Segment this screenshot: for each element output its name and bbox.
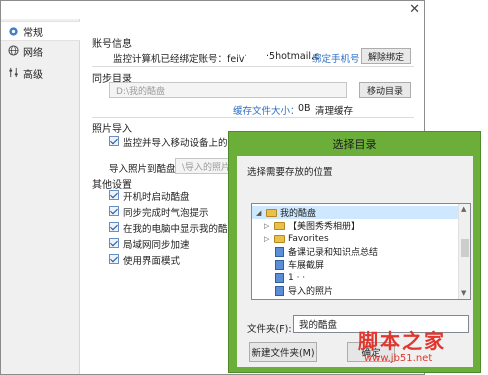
option-checkbox[interactable] bbox=[109, 254, 119, 264]
tree-item-label: 导入的照片 bbox=[288, 287, 334, 297]
tree-item[interactable]: 1 · · bbox=[252, 271, 460, 284]
sidebar-item-label: 常规 bbox=[23, 27, 43, 39]
scroll-down-icon[interactable]: ▼ bbox=[461, 289, 466, 297]
document-icon bbox=[275, 285, 284, 296]
settings-sidebar: 常规 网络 高级 bbox=[1, 19, 80, 374]
bound-account-text: 监控计算机已经绑定账号：feiv bbox=[113, 54, 245, 65]
watermark: 脚本之家 www.jb51.net bbox=[358, 325, 482, 373]
document-icon bbox=[275, 246, 284, 257]
tree-item[interactable]: ◢ 我的酷盘 bbox=[252, 206, 460, 219]
option-checkbox[interactable] bbox=[109, 206, 119, 216]
tree-scrollbar[interactable]: ▲ ▼ bbox=[458, 204, 470, 299]
sliders-icon bbox=[9, 67, 18, 78]
cache-size-value: 0B bbox=[298, 103, 311, 114]
sync-path-field[interactable]: D:\我的酷盘 bbox=[109, 82, 347, 98]
tree-item[interactable]: 导入的照片 bbox=[252, 284, 460, 297]
tree-item[interactable]: 车展截屏 bbox=[252, 258, 460, 271]
option-label: 在我的电脑中显示我的酷盘 bbox=[123, 224, 238, 235]
option-checkbox[interactable] bbox=[109, 190, 119, 200]
option-label: 使用界面模式 bbox=[123, 256, 181, 267]
expand-arrow-icon[interactable]: ◢ bbox=[256, 209, 261, 217]
scroll-thumb[interactable] bbox=[461, 239, 469, 257]
document-icon bbox=[275, 272, 284, 283]
sidebar-item-label: 网络 bbox=[23, 47, 43, 59]
option-checkbox[interactable] bbox=[109, 222, 119, 232]
folder-icon bbox=[274, 221, 285, 230]
dialog-prompt: 选择需要存放的位置 bbox=[247, 167, 333, 178]
tree-item-label: 我的酷盘 bbox=[280, 209, 317, 219]
unbind-button[interactable]: 解除绑定 bbox=[361, 48, 411, 64]
sidebar-item-label: 高级 bbox=[23, 69, 43, 81]
photo-section-title: 照片导入 bbox=[92, 124, 132, 135]
tree-item[interactable]: ▷ 【美图秀秀相册】 bbox=[252, 219, 460, 232]
move-directory-button[interactable]: 移动目录 bbox=[359, 82, 411, 98]
document-icon bbox=[275, 259, 284, 270]
divider bbox=[92, 117, 414, 118]
tree-item-label: Favorites bbox=[288, 233, 329, 244]
sidebar-item-advanced[interactable]: 高级 bbox=[1, 63, 80, 83]
bind-phone-link[interactable]: 绑定手机号 bbox=[312, 51, 360, 65]
watermark-title: 脚本之家 bbox=[358, 329, 446, 353]
globe-icon bbox=[8, 45, 19, 56]
cache-size-label: 缓存文件大小： bbox=[233, 106, 300, 117]
gear-icon bbox=[9, 27, 18, 36]
import-to-field[interactable]: \导入的照片 bbox=[175, 158, 235, 174]
option-label: 同步完成时气泡提示 bbox=[123, 208, 209, 219]
collapse-arrow-icon[interactable]: ▷ bbox=[264, 235, 269, 243]
import-to-label: 导入照片到酷盘： bbox=[109, 164, 186, 175]
auto-import-checkbox[interactable] bbox=[109, 136, 119, 146]
tree-item-label: 备课记录和知识点总结 bbox=[288, 248, 379, 258]
account-section-title: 账号信息 bbox=[92, 39, 132, 50]
masked-account: · · bbox=[238, 51, 248, 62]
tree-item-label: 1 · · bbox=[288, 272, 306, 283]
watermark-url: www.jb51.net bbox=[364, 353, 433, 364]
dialog-title: 选择目录 bbox=[332, 138, 377, 151]
folder-icon bbox=[274, 234, 285, 243]
sidebar-item-network[interactable]: 网络 bbox=[1, 41, 80, 61]
new-folder-button[interactable]: 新建文件夹(M) bbox=[249, 342, 317, 362]
clear-cache-link[interactable]: 清理缓存 bbox=[315, 103, 353, 117]
tree-item[interactable]: ▷ Favorites bbox=[252, 232, 460, 245]
tree-item-label: 【美图秀秀相册】 bbox=[288, 222, 361, 232]
folder-label: 文件夹(F): bbox=[247, 324, 292, 335]
settings-titlebar: ✕ bbox=[1, 1, 424, 19]
option-checkbox[interactable] bbox=[109, 238, 119, 248]
option-label: 开机时启动酷盘 bbox=[123, 192, 190, 203]
tree-item[interactable]: 备课记录和知识点总结 bbox=[252, 245, 460, 258]
collapse-arrow-icon[interactable]: ▷ bbox=[264, 222, 269, 230]
scroll-up-icon[interactable]: ▲ bbox=[461, 205, 466, 213]
tree-item-label: 车展截屏 bbox=[288, 261, 325, 271]
folder-tree[interactable]: ◢ 我的酷盘 ▷ 【美图秀秀相册】 ▷ Favorites 备课记录和知识点总结… bbox=[251, 203, 471, 300]
folder-icon bbox=[266, 208, 277, 217]
option-label: 局域网同步加速 bbox=[123, 240, 190, 251]
close-icon[interactable]: ✕ bbox=[409, 2, 420, 17]
divider bbox=[92, 66, 414, 67]
sidebar-item-general[interactable]: 常规 bbox=[1, 21, 80, 41]
